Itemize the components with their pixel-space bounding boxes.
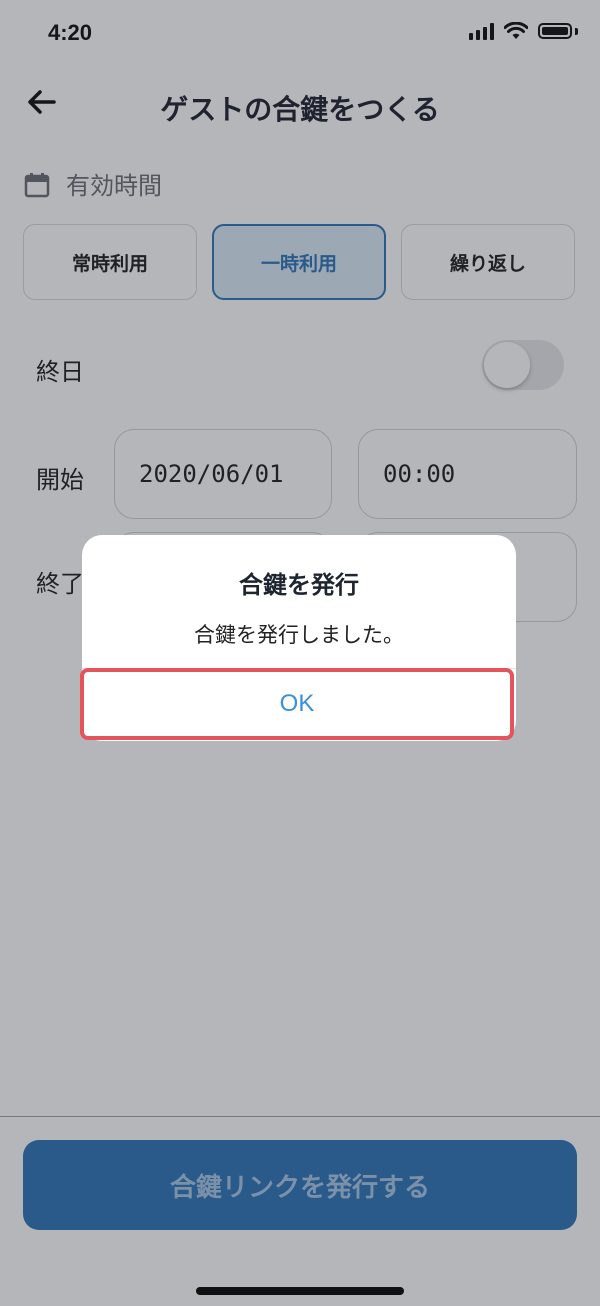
alert-dialog: 合鍵を発行 合鍵を発行しました。 OK [80,535,516,741]
dialog-title: 合鍵を発行 [239,571,359,599]
ok-button[interactable]: OK [80,668,514,740]
dialog-message: 合鍵を発行しました。 [194,623,404,647]
home-indicator [196,1287,404,1295]
